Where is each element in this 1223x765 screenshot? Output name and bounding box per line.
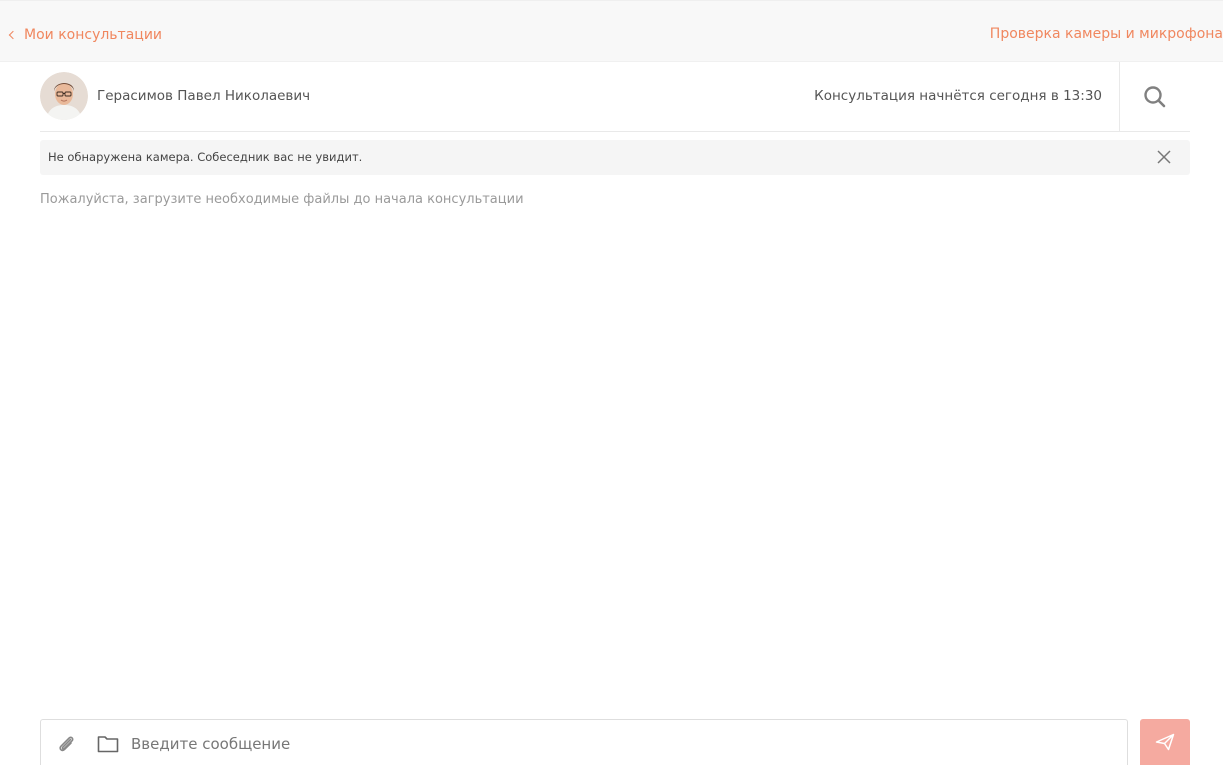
message-composer <box>40 719 1128 765</box>
attach-file-button[interactable] <box>55 733 77 755</box>
message-input[interactable] <box>131 730 1111 758</box>
search-icon <box>1144 86 1166 108</box>
attach-folder-button[interactable] <box>97 735 119 753</box>
close-icon <box>1157 150 1171 164</box>
send-icon <box>1155 733 1175 751</box>
consultation-start-time: Консультация начнётся сегодня в 13:30 <box>814 88 1102 104</box>
doctor-avatar <box>40 72 88 120</box>
close-warning-button[interactable] <box>1156 149 1172 165</box>
camera-warning-banner: Не обнаружена камера. Собеседник вас не … <box>40 140 1190 175</box>
camera-warning-text: Не обнаружена камера. Собеседник вас не … <box>48 150 363 164</box>
folder-icon <box>97 736 119 753</box>
camera-mic-check-link[interactable]: Проверка камеры и микрофона <box>990 26 1223 42</box>
search-button[interactable] <box>1140 82 1170 112</box>
doctor-name: Герасимов Павел Николаевич <box>97 88 311 104</box>
back-link-label: Мои консультации <box>24 27 163 43</box>
header-divider <box>1119 62 1120 132</box>
send-button[interactable] <box>1140 719 1190 765</box>
chevron-left-icon <box>8 30 18 40</box>
paperclip-icon <box>59 736 74 752</box>
upload-files-hint: Пожалуйста, загрузите необходимые файлы … <box>40 192 524 207</box>
consultation-page: Мои консультации Проверка камеры и микро… <box>0 0 1223 765</box>
back-to-consultations-link[interactable]: Мои консультации <box>8 27 162 43</box>
top-nav-bar: Мои консультации Проверка камеры и микро… <box>0 0 1223 62</box>
chat-header: Герасимов Павел Николаевич Консультация … <box>40 62 1190 132</box>
